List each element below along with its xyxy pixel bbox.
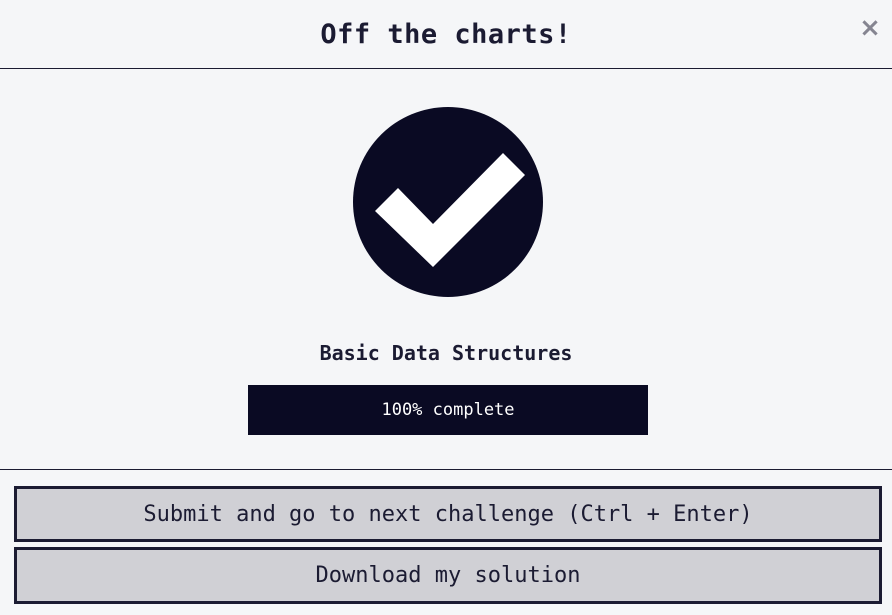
modal-body: Basic Data Structures 100% complete bbox=[0, 69, 892, 470]
close-button[interactable]: × bbox=[858, 14, 882, 42]
progress-label: 100% complete bbox=[381, 400, 515, 420]
completion-modal: Off the charts! × Basic Data Structures … bbox=[0, 0, 892, 615]
download-solution-button[interactable]: Download my solution bbox=[14, 547, 882, 604]
challenge-name: Basic Data Structures bbox=[319, 341, 573, 365]
modal-header: Off the charts! × bbox=[0, 0, 892, 69]
progress-bar: 100% complete bbox=[248, 385, 648, 435]
modal-title: Off the charts! bbox=[320, 18, 572, 50]
check-circle-icon bbox=[353, 107, 543, 297]
submit-next-challenge-button[interactable]: Submit and go to next challenge (Ctrl + … bbox=[14, 486, 882, 542]
modal-footer: Submit and go to next challenge (Ctrl + … bbox=[0, 470, 892, 615]
